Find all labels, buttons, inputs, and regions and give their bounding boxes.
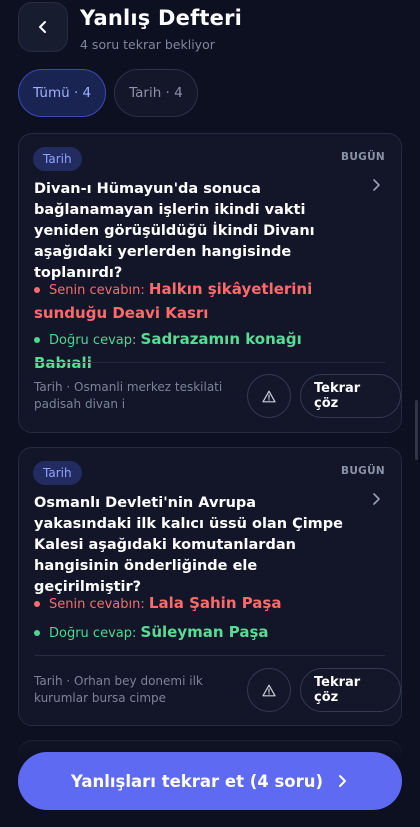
back-button[interactable]: [18, 2, 68, 52]
card-divider: [34, 362, 385, 363]
report-button[interactable]: [247, 668, 291, 712]
topic-meta: Tarih · Osmanli merkez teskilati padisah…: [34, 380, 223, 411]
mistake-card[interactable]: Tarih BUGÜN Osmanlı Devleti'nin Avrupa y…: [18, 447, 402, 726]
date-label: BUGÜN: [341, 151, 385, 163]
question-text: Divan-ı Hümayun'da sonuca bağlanamayan i…: [34, 181, 315, 281]
page-title: Yanlış Defteri: [80, 6, 243, 30]
question-text: Osmanlı Devleti'nin Avrupa yakasındaki i…: [34, 495, 344, 595]
correct-dot: [34, 630, 40, 636]
date-label: BUGÜN: [341, 465, 385, 477]
your-answer-label: Senin cevabın:: [49, 597, 145, 612]
wrong-dot: [34, 601, 40, 607]
filter-chips: Tümü · 4 Tarih · 4: [18, 69, 198, 117]
correct-answer: Doğru cevap: Sadrazamın konağı Babıali: [34, 328, 364, 376]
your-answer: Senin cevabın: Lala Şahin Paşa: [34, 592, 364, 616]
retry-button[interactable]: Tekrar çöz: [300, 668, 401, 712]
retry-all-button[interactable]: Yanlışları tekrar et (4 soru): [18, 752, 402, 810]
your-answer: Senin cevabın: Halkın şikâyetlerini sund…: [34, 278, 364, 326]
subject-tag: Tarih: [33, 461, 82, 485]
your-answer-value: Lala Şahin Paşa: [148, 594, 282, 612]
mistake-card[interactable]: Tarih BUGÜN Divan-ı Hümayun'da sonuca ba…: [18, 133, 402, 433]
topic-meta: Tarih · Orhan bey donemi ilk kurumlar bu…: [34, 674, 203, 705]
header: Yanlış Defteri 4 soru tekrar bekliyor: [18, 2, 420, 52]
retry-button[interactable]: Tekrar çöz: [300, 374, 401, 418]
chevron-right-icon: [339, 775, 347, 787]
report-button[interactable]: [247, 374, 291, 418]
correct-answer-label: Doğru cevap:: [49, 333, 137, 348]
warning-icon: [262, 390, 276, 402]
page-subtitle: 4 soru tekrar bekliyor: [80, 37, 215, 52]
retry-all-label: Yanlışları tekrar et (4 soru): [70, 771, 324, 791]
chevron-right-icon[interactable]: [369, 178, 383, 192]
correct-answer: Doğru cevap: Süleyman Paşa: [34, 621, 364, 645]
chevron-right-icon[interactable]: [369, 492, 383, 506]
wrong-dot: [34, 287, 40, 293]
correct-dot: [34, 337, 40, 343]
chevron-left-icon: [39, 21, 46, 33]
your-answer-label: Senin cevabın:: [49, 283, 145, 298]
correct-answer-label: Doğru cevap:: [49, 626, 137, 641]
subject-tag: Tarih: [33, 147, 82, 171]
filter-chip-tarih[interactable]: Tarih · 4: [114, 69, 198, 117]
correct-answer-value: Süleyman Paşa: [140, 623, 269, 641]
card-divider: [34, 655, 385, 656]
scrollbar[interactable]: [415, 400, 418, 460]
warning-icon: [262, 684, 276, 696]
filter-chip-all[interactable]: Tümü · 4: [18, 69, 107, 117]
